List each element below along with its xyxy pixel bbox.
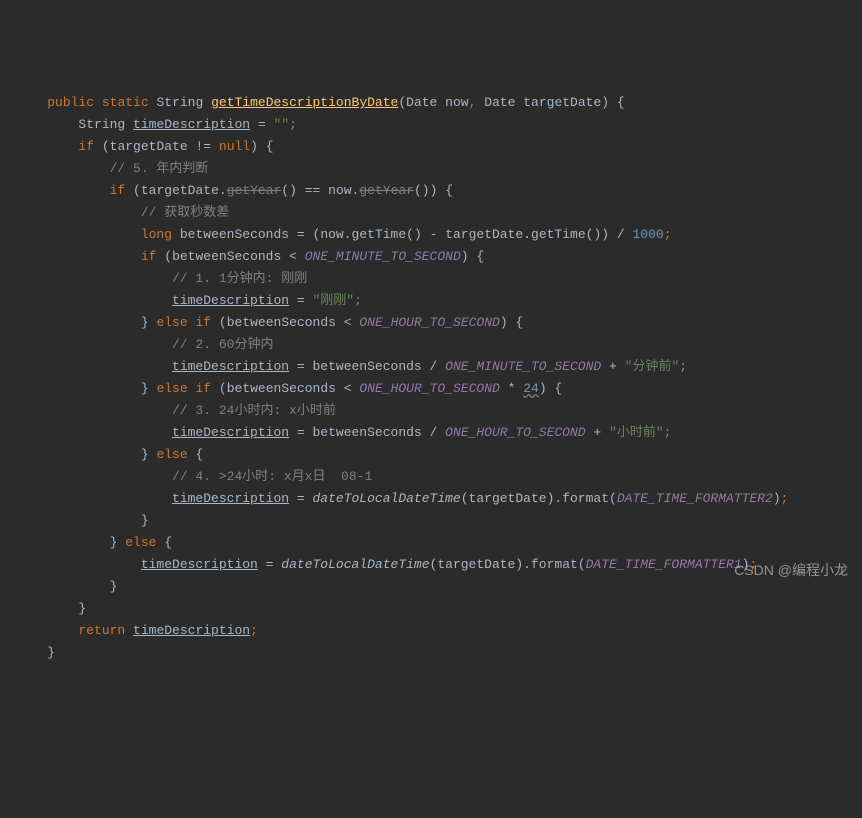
- code-line: if (targetDate.getYear() == now.getYear(…: [16, 183, 453, 198]
- code-line: long betweenSeconds = (now.getTime() - t…: [16, 227, 672, 242]
- watermark-text: CSDN @编程小龙: [734, 559, 848, 581]
- code-line: // 2. 60分钟内: [16, 337, 273, 352]
- code-line: // 5. 年内判断: [16, 161, 208, 176]
- warning-underline: 24: [523, 381, 539, 396]
- code-line: }: [16, 601, 86, 616]
- code-line: // 获取秒数差: [16, 205, 229, 220]
- code-line: timeDescription = betweenSeconds / ONE_M…: [16, 359, 687, 374]
- code-line: } else if (betweenSeconds < ONE_HOUR_TO_…: [16, 315, 523, 330]
- code-line: } else {: [16, 535, 172, 550]
- code-line: }: [16, 579, 117, 594]
- code-line: }: [16, 513, 149, 528]
- code-line: } else if (betweenSeconds < ONE_HOUR_TO_…: [16, 381, 562, 396]
- code-line: // 1. 1分钟内: 刚刚: [16, 271, 307, 286]
- code-line: return timeDescription;: [16, 623, 258, 638]
- method-declaration: getTimeDescriptionByDate: [211, 95, 398, 110]
- code-line: // 3. 24小时内: x小时前: [16, 403, 336, 418]
- code-line: // 4. >24小时: x月x日 08-1: [16, 469, 372, 484]
- code-line: }: [16, 645, 55, 660]
- code-line: public static String getTimeDescriptionB…: [16, 95, 625, 110]
- code-line: if (betweenSeconds < ONE_MINUTE_TO_SECON…: [16, 249, 484, 264]
- code-line: timeDescription = dateToLocalDateTime(ta…: [16, 491, 788, 506]
- code-line: if (targetDate != null) {: [16, 139, 274, 154]
- code-line: timeDescription = dateToLocalDateTime(ta…: [16, 557, 757, 572]
- code-editor[interactable]: public static String getTimeDescriptionB…: [0, 92, 862, 664]
- code-line: } else {: [16, 447, 203, 462]
- code-line: timeDescription = "刚刚";: [16, 293, 362, 308]
- code-line: timeDescription = betweenSeconds / ONE_H…: [16, 425, 671, 440]
- code-line: String timeDescription = "";: [16, 117, 297, 132]
